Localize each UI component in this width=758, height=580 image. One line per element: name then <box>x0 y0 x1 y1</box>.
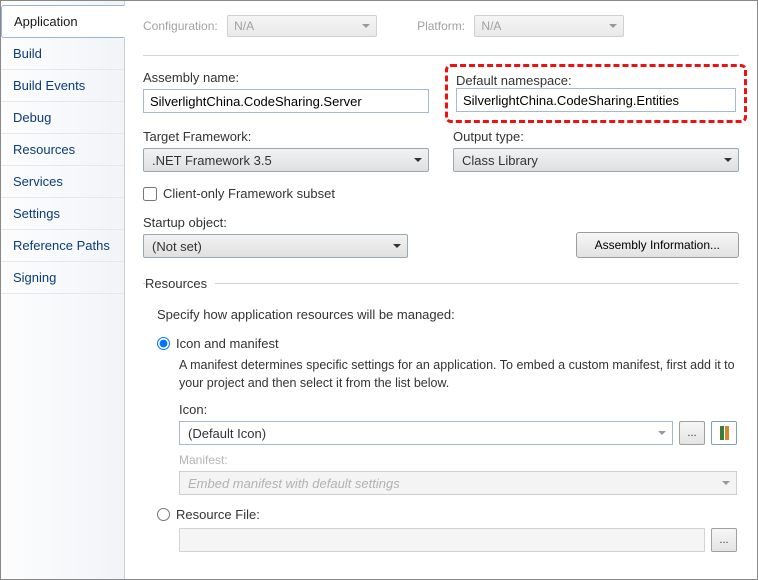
icon-dropdown[interactable]: (Default Icon) <box>179 421 673 445</box>
resource-file-input <box>179 528 705 552</box>
icon-manifest-radio[interactable] <box>157 337 170 350</box>
default-namespace-input[interactable] <box>456 88 736 112</box>
client-only-label: Client-only Framework subset <box>163 186 335 201</box>
target-framework-label: Target Framework: <box>143 129 429 144</box>
tab-reference-paths[interactable]: Reference Paths <box>1 230 124 262</box>
chevron-down-icon <box>362 24 370 28</box>
browse-icon-button[interactable]: ... <box>679 421 705 445</box>
startup-object-dropdown[interactable]: (Not set) <box>143 234 408 258</box>
chevron-down-icon <box>414 158 422 162</box>
sidebar: Application Build Build Events Debug Res… <box>1 1 125 579</box>
tab-settings[interactable]: Settings <box>1 198 124 230</box>
tab-application[interactable]: Application <box>1 5 125 38</box>
tab-build-events[interactable]: Build Events <box>1 70 124 102</box>
tab-signing[interactable]: Signing <box>1 262 124 294</box>
chevron-down-icon <box>609 24 617 28</box>
tab-debug[interactable]: Debug <box>1 102 124 134</box>
client-only-checkbox[interactable] <box>143 187 157 201</box>
startup-object-label: Startup object: <box>143 215 408 230</box>
tab-services[interactable]: Services <box>1 166 124 198</box>
chevron-down-icon <box>722 481 730 485</box>
main-panel: Configuration: N/A Platform: N/A Assembl… <box>125 1 757 579</box>
chevron-down-icon <box>393 244 401 248</box>
manifest-dropdown: Embed manifest with default settings <box>179 471 737 495</box>
icon-preview <box>711 421 737 445</box>
chevron-down-icon <box>658 431 666 435</box>
tab-resources[interactable]: Resources <box>1 134 124 166</box>
assembly-name-input[interactable] <box>143 89 429 113</box>
resource-file-radio[interactable] <box>157 508 170 521</box>
platform-dropdown: N/A <box>474 15 624 37</box>
configuration-dropdown: N/A <box>227 15 377 37</box>
resource-file-label: Resource File: <box>176 507 260 522</box>
resources-legend: Resources <box>145 276 215 291</box>
default-namespace-highlight: Default namespace: <box>445 64 747 123</box>
resources-group: Resources Specify how application resour… <box>143 276 739 556</box>
icon-manifest-help: A manifest determines specific settings … <box>179 357 737 392</box>
manifest-label: Manifest: <box>179 453 737 467</box>
output-type-dropdown[interactable]: Class Library <box>453 148 739 172</box>
platform-label: Platform: <box>417 19 465 33</box>
assembly-information-button[interactable]: Assembly Information... <box>576 232 739 258</box>
icon-manifest-label: Icon and manifest <box>176 336 279 351</box>
assembly-name-label: Assembly name: <box>143 70 429 85</box>
browse-resource-file-button[interactable]: ... <box>711 528 737 552</box>
chevron-down-icon <box>724 158 732 162</box>
resources-description: Specify how application resources will b… <box>157 307 737 322</box>
default-namespace-label: Default namespace: <box>456 73 572 88</box>
configuration-label: Configuration: <box>143 19 218 33</box>
tab-build[interactable]: Build <box>1 38 124 70</box>
output-type-label: Output type: <box>453 129 739 144</box>
icon-label: Icon: <box>179 402 737 417</box>
target-framework-dropdown[interactable]: .NET Framework 3.5 <box>143 148 429 172</box>
